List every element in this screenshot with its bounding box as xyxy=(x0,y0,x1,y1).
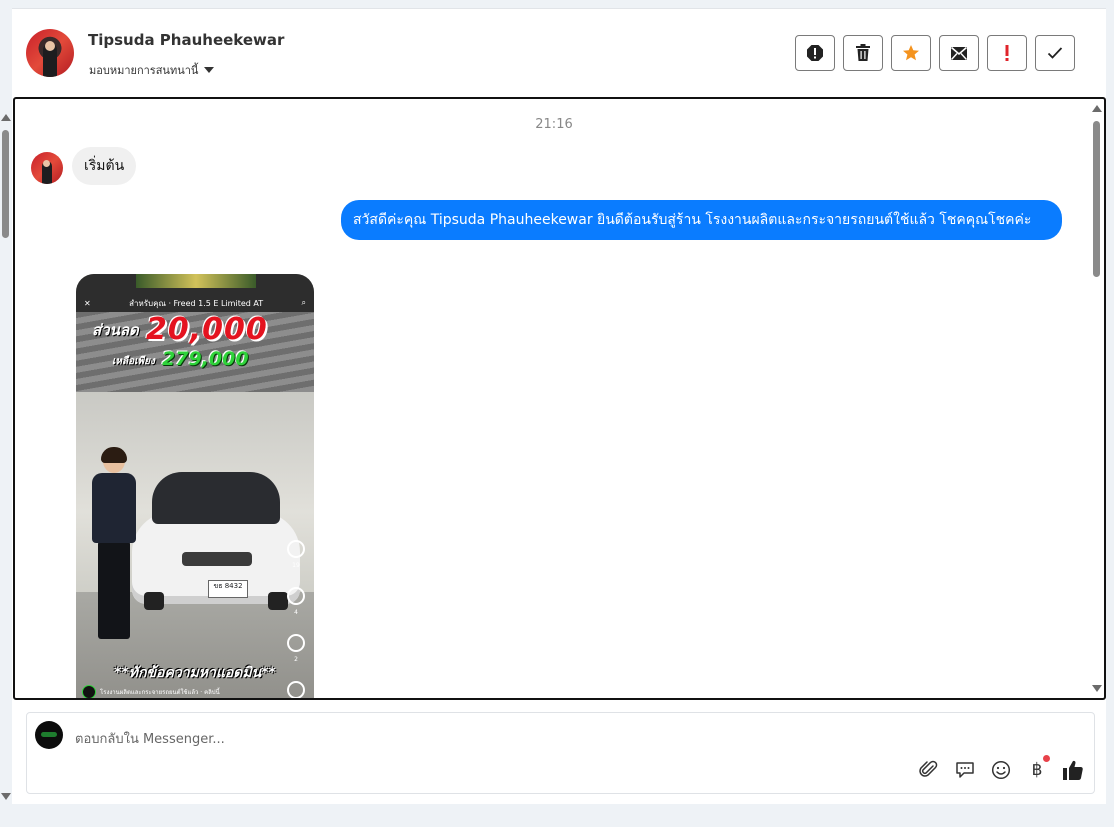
messenger-inbox-app: Tipsuda Phauheekewar มอบหมายการสนทนานี้ xyxy=(0,0,1114,827)
delete-button[interactable] xyxy=(843,35,883,71)
share-icon xyxy=(287,634,305,652)
conversation-panel: Tipsuda Phauheekewar มอบหมายการสนทนานี้ xyxy=(12,8,1106,804)
person-jacket xyxy=(92,473,136,543)
license-plate: ขธ 8432 xyxy=(208,580,248,598)
scroll-down-arrow[interactable] xyxy=(1,793,11,800)
avatar-face xyxy=(43,160,50,167)
scroll-thumb[interactable] xyxy=(2,130,9,238)
image-footer-text: โรงงานผลิตและกระจายรถยนต์ใช้แล้ว · คลิปน… xyxy=(100,689,220,696)
important-icon xyxy=(1005,45,1009,61)
incoming-message-bubble[interactable]: เริ่มต้น xyxy=(72,147,137,185)
contact-avatar[interactable] xyxy=(26,29,74,77)
like-icon xyxy=(287,540,305,558)
emoji-button[interactable] xyxy=(990,759,1012,781)
outgoing-message-bubble[interactable]: สวัสดีค่ะคุณ Tipsuda Phauheekewar ยินดีต… xyxy=(341,200,1062,240)
promo-discount: 20,000 xyxy=(146,312,268,347)
car-windshield xyxy=(152,472,280,524)
baht-icon: ฿ xyxy=(1031,760,1043,780)
car-wheel-left xyxy=(144,592,164,610)
scroll-up-arrow[interactable] xyxy=(1092,105,1102,112)
star-button[interactable] xyxy=(891,35,931,71)
trash-icon xyxy=(856,44,870,61)
scroll-down-arrow[interactable] xyxy=(1092,685,1102,692)
like-send-button[interactable] xyxy=(1062,759,1084,781)
notification-dot xyxy=(1043,755,1050,762)
thread-scrollbar[interactable] xyxy=(1090,99,1104,698)
star-icon xyxy=(903,45,919,61)
car-image: ขธ 8432 xyxy=(132,464,300,614)
thumbs-up-icon xyxy=(1063,760,1083,780)
car-grille xyxy=(182,552,252,566)
scroll-thumb[interactable] xyxy=(1093,121,1100,277)
caret-down-icon xyxy=(204,67,215,73)
page-scrollbar[interactable] xyxy=(0,108,12,800)
contact-name[interactable]: Tipsuda Phauheekewar xyxy=(88,31,284,49)
dealer-logo xyxy=(136,274,256,288)
important-button[interactable] xyxy=(987,35,1027,71)
image-header: ✕ สำหรับคุณ · Freed 1.5 E Limited AT ⌕ xyxy=(76,294,314,312)
close-icon: ✕ xyxy=(84,298,91,308)
comment-icon xyxy=(287,587,305,605)
page-logo-icon xyxy=(82,685,96,698)
check-icon xyxy=(1047,47,1063,59)
sender-avatar[interactable] xyxy=(31,152,63,184)
attach-button[interactable] xyxy=(918,759,940,781)
assign-label: มอบหมายการสนทนานี้ xyxy=(89,64,199,77)
mark-unread-icon xyxy=(950,46,968,60)
report-button[interactable] xyxy=(795,35,835,71)
comment-count: 4 xyxy=(294,609,298,616)
search-icon: ⌕ xyxy=(301,298,306,307)
image-caption: **ทักข้อความหาแอดมิน** xyxy=(114,665,276,681)
conversation-toolbar xyxy=(795,35,1075,71)
image-top-bar: ✕ สำหรับคุณ · Freed 1.5 E Limited AT ⌕ xyxy=(76,274,314,312)
image-attachment[interactable]: ✕ สำหรับคุณ · Freed 1.5 E Limited AT ⌕ ส… xyxy=(76,274,314,698)
message-thread[interactable]: 21:16 เริ่มต้น สวัสดีค่ะคุณ Tipsuda Phau… xyxy=(13,97,1106,700)
paperclip-icon xyxy=(919,760,938,777)
person-legs xyxy=(98,541,130,639)
done-button[interactable] xyxy=(1035,35,1075,71)
page-avatar xyxy=(35,721,63,749)
image-footer: โรงงานผลิตและกระจายรถยนต์ใช้แล้ว · คลิปน… xyxy=(82,684,310,698)
chat-bubbles-icon xyxy=(956,762,974,778)
reply-input[interactable]: ตอบกลับใน Messenger... xyxy=(75,728,225,749)
price-value: 279,000 xyxy=(162,348,249,370)
price-label: เหลือเพียง xyxy=(112,356,155,367)
avatar-face xyxy=(45,41,55,51)
like-count: 19 xyxy=(292,562,300,569)
assign-conversation-dropdown[interactable]: มอบหมายการสนทนานี้ xyxy=(89,61,215,79)
payment-button[interactable]: ฿ xyxy=(1026,755,1050,781)
promo-label: ส่วนลด xyxy=(92,321,139,339)
salesperson-figure xyxy=(88,447,140,644)
message-timestamp: 21:16 xyxy=(535,117,573,132)
smiley-icon xyxy=(991,760,1011,780)
composer-actions: ฿ xyxy=(918,755,1084,781)
saved-replies-button[interactable] xyxy=(954,759,976,781)
conversation-header: Tipsuda Phauheekewar มอบหมายการสนทนานี้ xyxy=(12,9,1106,97)
scroll-up-arrow[interactable] xyxy=(1,114,11,121)
mark-unread-button[interactable] xyxy=(939,35,979,71)
image-header-text: สำหรับคุณ · Freed 1.5 E Limited AT xyxy=(129,298,264,308)
person-hair xyxy=(101,447,127,463)
reply-composer[interactable]: ตอบกลับใน Messenger... ฿ xyxy=(26,712,1095,794)
report-icon xyxy=(807,45,823,61)
